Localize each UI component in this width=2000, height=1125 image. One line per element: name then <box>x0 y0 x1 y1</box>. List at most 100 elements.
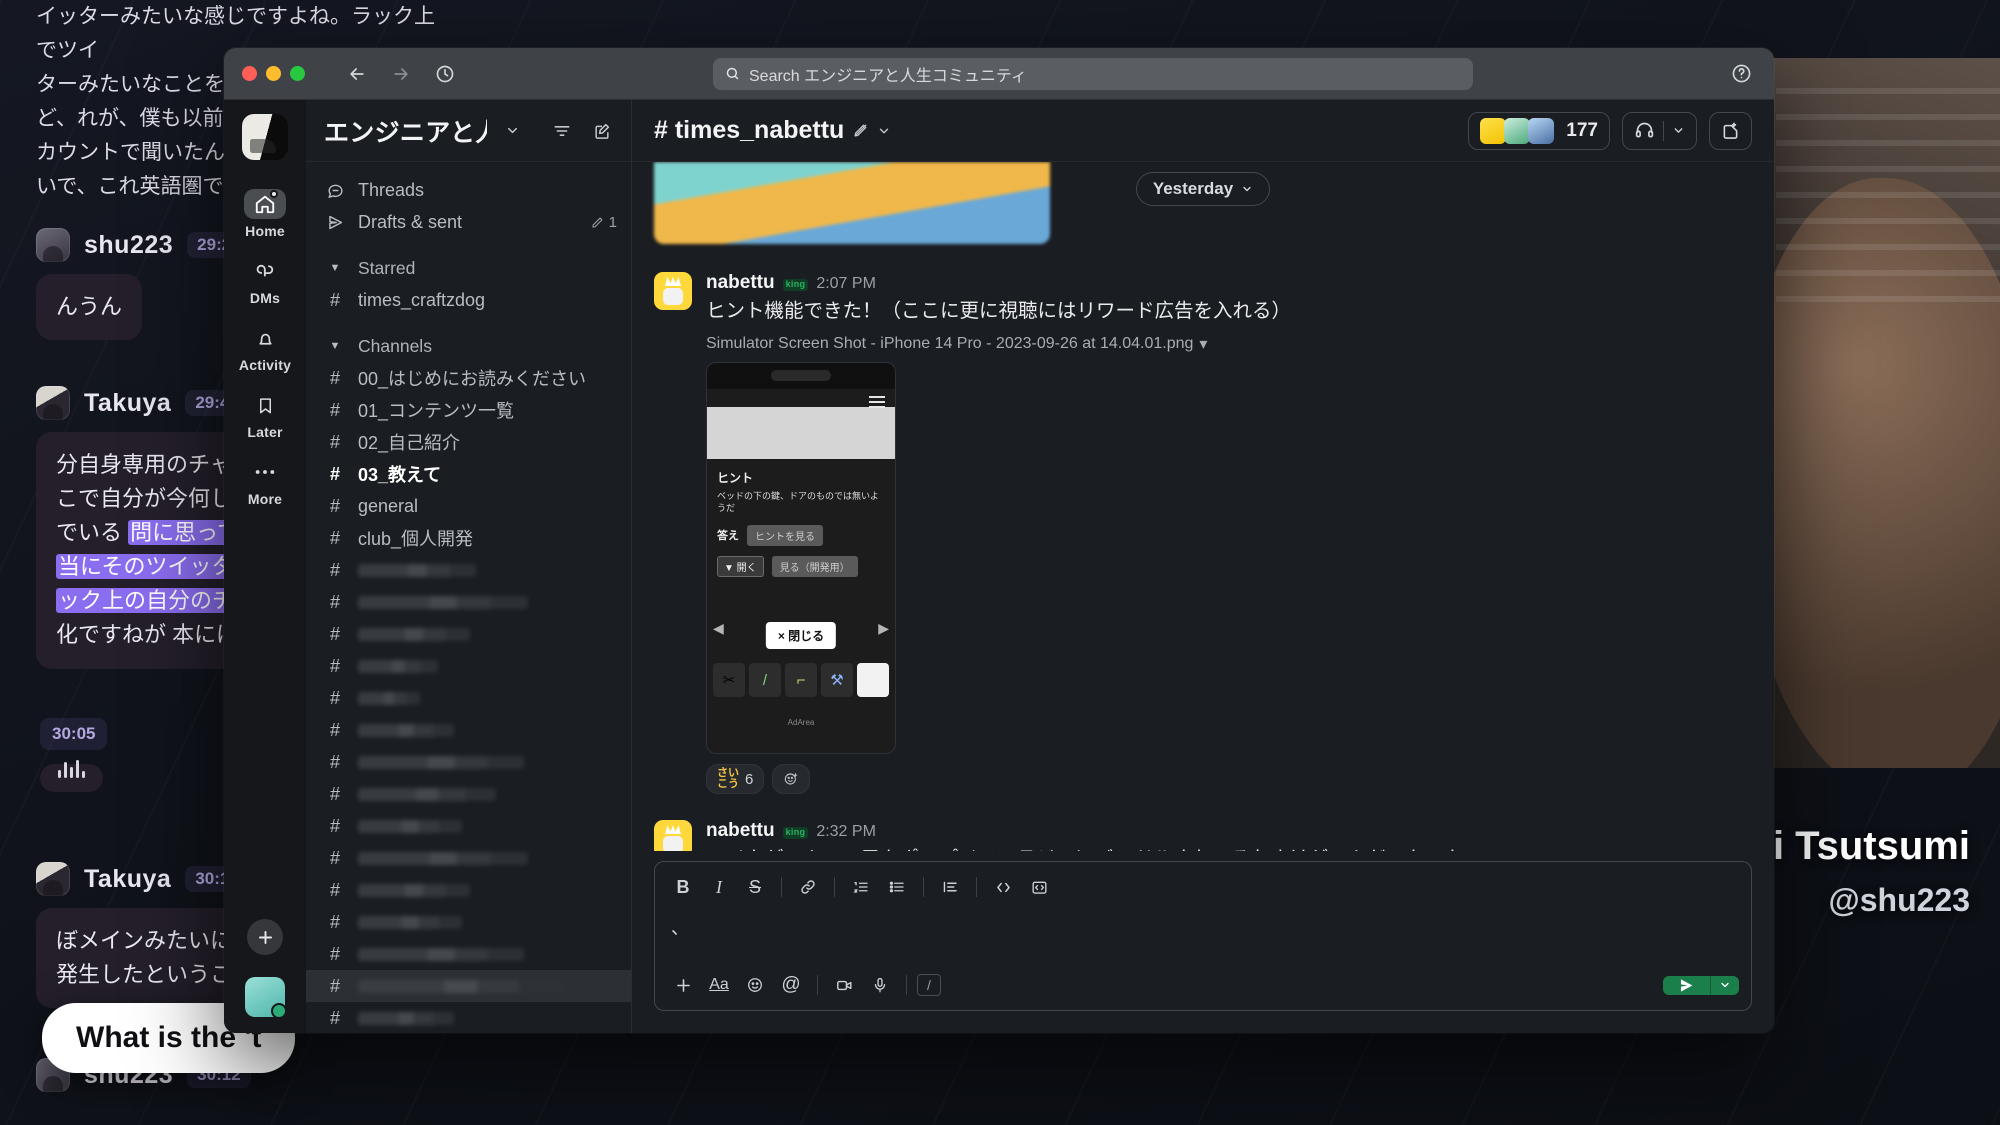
message-timestamp[interactable]: 2:32 PM <box>816 823 876 841</box>
sidebar-item-threads[interactable]: Threads <box>306 174 631 206</box>
search-input[interactable]: Search エンジニアと人生コミュニティ <box>713 57 1473 90</box>
channel-title[interactable]: # times_nabettu <box>654 116 891 145</box>
message-composer[interactable]: B I S 、 Aa @ / <box>654 861 1752 1011</box>
message-input[interactable]: 、 <box>655 908 1751 962</box>
code-icon[interactable] <box>987 872 1019 902</box>
tool-scissors-icon[interactable]: ✂ <box>713 663 745 698</box>
hint-button[interactable]: ヒントを見る <box>747 524 823 546</box>
sidebar-section-starred[interactable]: ▼ Starred <box>306 252 631 284</box>
message-list[interactable]: Yesterday nabettu king 2:07 PM ヒント機能できた！… <box>632 162 1774 851</box>
tool-strip[interactable]: ✂ / ⌐ ⚒ <box>713 663 889 698</box>
sidebar-item-channel-redacted[interactable]: # <box>306 586 631 618</box>
maximize-window-button[interactable] <box>290 66 305 81</box>
compose-icon[interactable] <box>587 116 617 146</box>
tool-ruler-icon[interactable]: ⌐ <box>785 663 817 698</box>
strikethrough-icon[interactable]: S <box>739 872 771 902</box>
ordered-list-icon[interactable] <box>845 872 877 902</box>
message-timestamp[interactable]: 2:07 PM <box>816 275 876 293</box>
bold-icon[interactable]: B <box>667 872 699 902</box>
sidebar-item-channel-redacted[interactable]: # <box>306 746 631 778</box>
plus-icon[interactable] <box>667 970 699 1000</box>
user-avatar[interactable] <box>245 977 287 1019</box>
sidebar-item-channel-redacted[interactable]: # <box>306 554 631 586</box>
new-message-button[interactable] <box>247 919 283 955</box>
open-toggle[interactable]: ▼ 開く <box>717 555 764 577</box>
chevron-down-icon[interactable] <box>877 124 891 138</box>
sidebar-item-channel-redacted[interactable]: # <box>306 874 631 906</box>
emoji-icon[interactable] <box>739 970 771 1000</box>
previous-message-image[interactable] <box>654 162 1050 244</box>
sidebar-item-channel-redacted[interactable]: # <box>306 938 631 970</box>
sidebar-item-channel-redacted[interactable]: # <box>306 714 631 746</box>
sidebar-scroll[interactable]: Threads Drafts & sent 1 ▼ Starred # time… <box>306 162 631 1033</box>
sidebar-section-channels[interactable]: ▼ Channels <box>306 330 631 362</box>
workspace-name[interactable]: エンジニアと人... <box>324 113 487 149</box>
sidebar-item-more[interactable]: More <box>232 450 298 513</box>
tool-wrench-icon[interactable]: ⚒ <box>821 663 853 698</box>
sidebar-item-dms[interactable]: DMs <box>232 249 298 312</box>
send-options-button[interactable] <box>1710 975 1739 995</box>
attachment-filename[interactable]: Simulator Screen Shot - iPhone 14 Pro - … <box>706 334 1752 354</box>
chevron-down-icon[interactable] <box>1672 124 1685 137</box>
next-arrow-icon[interactable]: ▶ <box>878 620 889 637</box>
video-icon[interactable] <box>828 970 860 1000</box>
workspace-logo[interactable] <box>242 114 288 160</box>
add-reaction-button[interactable] <box>772 764 811 795</box>
reaction[interactable]: さい こう 6 <box>706 764 765 795</box>
close-button[interactable]: × 閉じる <box>765 622 837 650</box>
sidebar-item-channel-redacted[interactable]: # <box>306 650 631 682</box>
sidebar-item-times-craftzdog[interactable]: # times_craftzdog <box>306 284 631 316</box>
microphone-icon[interactable] <box>864 970 896 1000</box>
sidebar-item-channel[interactable]: #01_コンテンツ一覧 <box>306 394 631 426</box>
add-person-button[interactable] <box>1709 111 1752 150</box>
sidebar-item-home[interactable]: Home <box>232 182 298 245</box>
help-icon[interactable] <box>1726 59 1756 89</box>
minimize-window-button[interactable] <box>266 66 281 81</box>
sidebar-item-channel-redacted[interactable]: # <box>306 618 631 650</box>
filter-icon[interactable] <box>547 116 577 146</box>
sidebar-item-channel[interactable]: # general <box>306 490 631 522</box>
caret-down-icon[interactable]: ▾ <box>1199 334 1207 354</box>
sidebar-item-channel[interactable]: # club_個人開発 <box>306 522 631 554</box>
tool-pen-icon[interactable]: / <box>749 663 781 698</box>
prev-arrow-icon[interactable]: ◀ <box>713 620 724 637</box>
member-count-button[interactable]: 177 <box>1468 111 1610 150</box>
sidebar-item-channel-redacted-highlighted[interactable]: # <box>306 970 631 1002</box>
sidebar-item-channel-redacted[interactable]: # <box>306 906 631 938</box>
date-divider-button[interactable]: Yesterday <box>1135 172 1271 206</box>
code-block-icon[interactable] <box>1023 872 1055 902</box>
sidebar-item-channel-redacted[interactable]: # <box>306 778 631 810</box>
attachment-image[interactable]: ヒント ベッドの下の鍵、ドアのものでは無いようだ 答え ヒントを見る ▼ 開く … <box>706 362 896 755</box>
window-controls[interactable] <box>242 66 328 81</box>
sidebar-item-channel-redacted[interactable]: # <box>306 810 631 842</box>
sidebar-item-channel[interactable]: #02_自己紹介 <box>306 426 631 458</box>
arrow-right-icon[interactable] <box>386 59 416 89</box>
slash-command-icon[interactable]: / <box>917 974 941 996</box>
bulleted-list-icon[interactable] <box>881 872 913 902</box>
sidebar-item-activity[interactable]: Activity <box>232 316 298 379</box>
text-format-icon[interactable]: Aa <box>703 970 735 1000</box>
message-author[interactable]: nabettu <box>706 820 775 842</box>
clock-icon[interactable] <box>430 59 460 89</box>
chevron-down-icon[interactable] <box>497 116 527 146</box>
arrow-left-icon[interactable] <box>342 59 372 89</box>
sidebar-item-channel-redacted[interactable]: # <box>306 682 631 714</box>
sidebar-item-later[interactable]: Later <box>232 383 298 446</box>
avatar[interactable] <box>654 820 692 851</box>
avatar[interactable] <box>654 272 692 310</box>
sidebar-item-drafts-sent[interactable]: Drafts & sent 1 <box>306 206 631 238</box>
sidebar-item-channel[interactable]: #00_はじめにお読みください <box>306 362 631 394</box>
sidebar-item-channel-redacted[interactable]: # <box>306 1002 631 1033</box>
send-button-group[interactable] <box>1663 975 1739 995</box>
huddle-button[interactable] <box>1622 111 1697 150</box>
dev-view-button[interactable]: 見る（開発用） <box>771 555 858 577</box>
sidebar-item-channel-redacted[interactable]: # <box>306 842 631 874</box>
send-button[interactable] <box>1663 975 1710 995</box>
italic-icon[interactable]: I <box>703 872 735 902</box>
message-author[interactable]: nabettu <box>706 272 775 294</box>
close-window-button[interactable] <box>242 66 257 81</box>
link-icon[interactable] <box>792 872 824 902</box>
sidebar-item-channel-active[interactable]: #03_教えて <box>306 458 631 490</box>
mention-icon[interactable]: @ <box>775 970 807 1000</box>
blockquote-icon[interactable] <box>934 872 966 902</box>
